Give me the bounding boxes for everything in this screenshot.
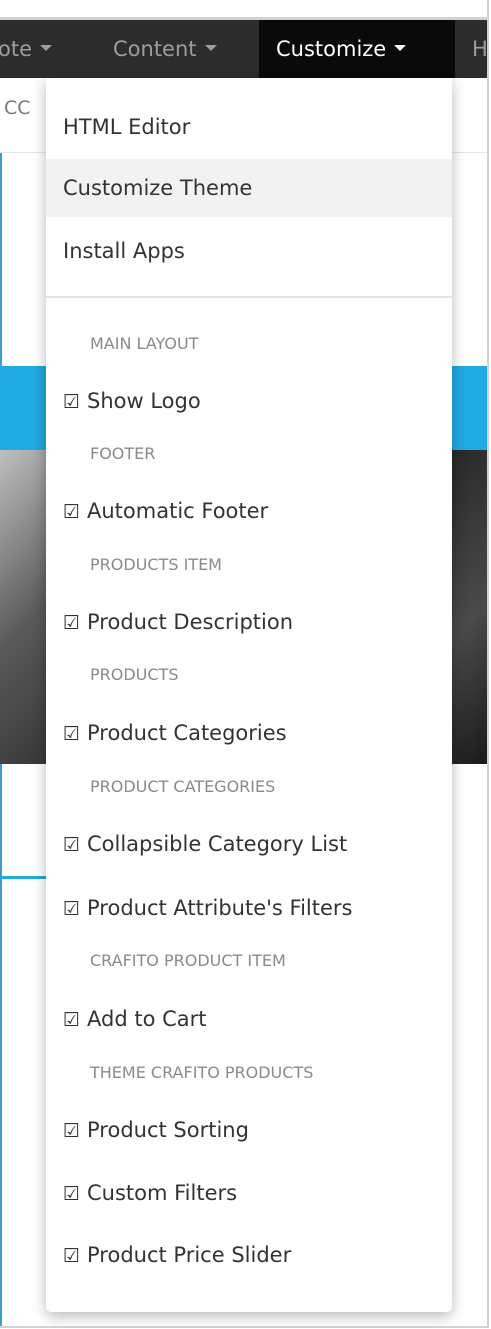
checked-checkbox-icon: ☑	[63, 834, 81, 856]
option-product-attribute-filters[interactable]: ☑ Product Attribute's Filters	[63, 893, 352, 923]
option-label: Product Description	[87, 610, 294, 634]
menu-item-label: Install Apps	[63, 239, 185, 263]
menu-item-label: HTML Editor	[63, 115, 191, 139]
top-navbar: ote Content Customize H	[0, 20, 487, 78]
option-add-to-cart[interactable]: ☑ Add to Cart	[63, 1004, 207, 1034]
nav-item-help[interactable]: H	[472, 20, 488, 78]
menu-item-html-editor[interactable]: HTML Editor	[46, 98, 452, 156]
section-header-theme-crafito-products: THEME CRAFITO PRODUCTS	[90, 1063, 314, 1082]
checked-checkbox-icon: ☑	[63, 1183, 81, 1205]
section-header-products-item: PRODUCTS ITEM	[90, 555, 222, 574]
menu-item-label: Customize Theme	[63, 176, 253, 200]
option-label: Collapsible Category List	[87, 832, 348, 856]
accent-line	[0, 876, 46, 879]
nav-item-promote[interactable]: ote	[0, 20, 98, 78]
checked-checkbox-icon: ☑	[63, 1009, 81, 1031]
option-label: Product Sorting	[87, 1118, 249, 1142]
caret-down-icon	[394, 45, 407, 51]
nav-item-label: ote	[0, 37, 33, 61]
option-label: Product Attribute's Filters	[87, 896, 353, 920]
checked-checkbox-icon: ☑	[63, 723, 81, 745]
section-header-main-layout: MAIN LAYOUT	[90, 334, 199, 353]
section-header-products: PRODUCTS	[90, 665, 179, 684]
option-show-logo[interactable]: ☑ Show Logo	[63, 386, 201, 416]
option-label: Add to Cart	[87, 1007, 207, 1031]
option-label: Product Categories	[87, 721, 287, 745]
checked-checkbox-icon: ☑	[63, 1120, 81, 1142]
menu-item-customize-theme[interactable]: Customize Theme	[46, 159, 452, 217]
checked-checkbox-icon: ☑	[63, 391, 81, 413]
checked-checkbox-icon: ☑	[63, 501, 81, 523]
section-header-product-categories: PRODUCT CATEGORIES	[90, 777, 276, 796]
section-header-crafito-product-item: CRAFITO PRODUCT ITEM	[90, 951, 286, 970]
nav-item-content[interactable]: Content	[113, 20, 253, 78]
nav-item-label: H	[472, 37, 488, 61]
option-automatic-footer[interactable]: ☑ Automatic Footer	[63, 496, 268, 526]
option-product-price-slider[interactable]: ☑ Product Price Slider	[63, 1240, 291, 1270]
option-label: Automatic Footer	[87, 499, 269, 523]
section-header-footer: FOOTER	[90, 444, 156, 463]
option-custom-filters[interactable]: ☑ Custom Filters	[63, 1178, 237, 1208]
option-label: Custom Filters	[87, 1181, 238, 1205]
option-product-categories[interactable]: ☑ Product Categories	[63, 718, 287, 748]
checked-checkbox-icon: ☑	[63, 898, 81, 920]
app-window: CC ote Content Customize H HTML Editor C…	[0, 0, 489, 1328]
caret-down-icon	[40, 45, 53, 51]
subnav-text: CC	[4, 97, 31, 119]
option-product-sorting[interactable]: ☑ Product Sorting	[63, 1115, 249, 1145]
nav-item-label: Content	[113, 37, 197, 61]
option-label: Show Logo	[87, 389, 201, 413]
checked-checkbox-icon: ☑	[63, 612, 81, 634]
customize-dropdown-menu: HTML Editor Customize Theme Install Apps…	[46, 78, 452, 1312]
menu-divider	[46, 296, 452, 298]
option-product-description[interactable]: ☑ Product Description	[63, 607, 293, 637]
checked-checkbox-icon: ☑	[63, 1245, 81, 1267]
caret-down-icon	[204, 45, 217, 51]
option-label: Product Price Slider	[87, 1243, 292, 1267]
option-collapsible-category-list[interactable]: ☑ Collapsible Category List	[63, 829, 347, 859]
nav-item-label: Customize	[276, 37, 387, 61]
menu-item-install-apps[interactable]: Install Apps	[46, 222, 452, 280]
nav-item-customize[interactable]: Customize	[259, 20, 455, 78]
